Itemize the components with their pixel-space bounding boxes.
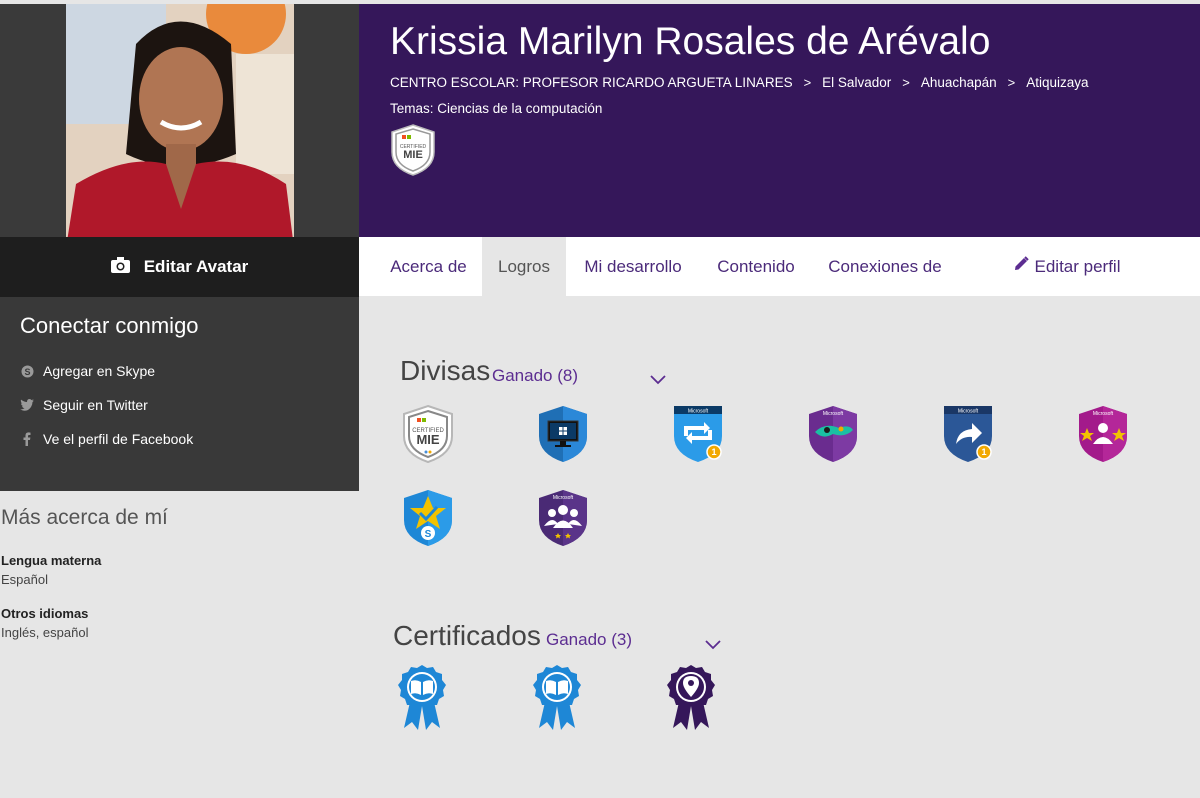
facebook-label: Ve el perfil de Facebook (43, 431, 194, 447)
edit-profile-label: Editar perfil (1034, 256, 1121, 276)
location-certificate-ribbon-icon[interactable] (665, 664, 717, 730)
chevron-right-icon: > (1007, 75, 1016, 90)
facebook-icon (20, 432, 34, 446)
twitter-icon (20, 399, 34, 411)
tab-connections[interactable]: Conexiones de (820, 237, 950, 296)
avatar-container (0, 4, 359, 248)
svg-text:MIE: MIE (416, 432, 439, 447)
skype-label: Agregar en Skype (43, 363, 156, 379)
svg-text:MIE: MIE (403, 149, 423, 161)
pencil-icon (1013, 256, 1029, 277)
share-arrow-badge-icon[interactable]: Microsoft 1 (940, 404, 996, 464)
other-languages-value: Inglés, español (1, 625, 89, 640)
skype-link[interactable]: S Agregar en Skype (20, 363, 155, 379)
profile-name: Krissia Marilyn Rosales de Arévalo (390, 20, 991, 63)
svg-text:S: S (24, 367, 30, 377)
tab-about[interactable]: Acerca de (377, 237, 480, 296)
certified-mie-badge-icon[interactable]: CERTIFIED MIE (400, 404, 456, 464)
breadcrumb-city[interactable]: Atiquizaya (1026, 75, 1088, 90)
chevron-right-icon: > (803, 75, 812, 90)
breadcrumb-country[interactable]: El Salvador (822, 75, 891, 90)
facebook-link[interactable]: Ve el perfil de Facebook (20, 431, 193, 447)
edit-avatar-label: Editar Avatar (143, 257, 249, 276)
tab-development[interactable]: Mi desarrollo (571, 237, 695, 296)
svg-text:S: S (425, 529, 432, 540)
left-column: Editar Avatar Conectar conmigo S Agregar… (0, 4, 359, 798)
edit-profile-button[interactable]: Editar perfil (1004, 237, 1129, 296)
connect-panel: Conectar conmigo S Agregar en Skype Segu… (0, 297, 359, 491)
native-language-label: Lengua materna (1, 553, 102, 568)
certificates-expand-chevron-down-icon[interactable] (705, 637, 721, 655)
breadcrumb: CENTRO ESCOLAR: PROFESOR RICARDO ARGUETA… (390, 75, 1089, 90)
svg-text:Microsoft: Microsoft (1093, 411, 1114, 417)
breadcrumb-school[interactable]: CENTRO ESCOLAR: PROFESOR RICARDO ARGUETA… (390, 75, 793, 90)
camera-icon (110, 256, 130, 278)
native-language-value: Español (1, 572, 48, 587)
retweet-badge-icon[interactable]: Microsoft 1 (670, 404, 726, 464)
svg-text:Microsoft: Microsoft (688, 409, 709, 415)
education-collaboration-badge-icon[interactable]: Microsoft (805, 404, 861, 464)
badges-title: Divisas (400, 355, 491, 386)
svg-text:Microsoft: Microsoft (553, 495, 574, 501)
breadcrumb-region[interactable]: Ahuachapán (921, 75, 997, 90)
book-certificate-ribbon-icon[interactable] (531, 664, 583, 730)
other-languages-label: Otros idiomas (1, 606, 89, 621)
book-certificate-ribbon-icon[interactable] (396, 664, 448, 730)
people-group-badge-icon[interactable]: Microsoft (535, 488, 591, 548)
certificates-title: Certificados (393, 620, 541, 651)
svg-text:1: 1 (711, 447, 716, 457)
profile-header: Krissia Marilyn Rosales de Arévalo CENTR… (359, 4, 1200, 237)
twitter-label: Seguir en Twitter (43, 397, 148, 413)
skype-icon: S (20, 365, 34, 378)
avatar (66, 4, 294, 248)
more-about-title: Más acerca de mí (1, 506, 168, 529)
windows-monitor-badge-icon[interactable] (535, 404, 591, 464)
edit-avatar-button[interactable]: Editar Avatar (0, 237, 359, 297)
connect-title: Conectar conmigo (20, 313, 199, 338)
tab-achievements[interactable]: Logros (482, 237, 566, 296)
skype-star-badge-icon[interactable]: S (400, 488, 456, 548)
tab-content[interactable]: Contenido (705, 237, 807, 296)
badges-expand-chevron-down-icon[interactable] (650, 372, 666, 390)
badges-count: Ganado (8) (492, 366, 578, 385)
svg-text:1: 1 (981, 447, 986, 457)
certificates-count: Ganado (3) (546, 630, 632, 649)
stars-people-badge-icon[interactable]: Microsoft (1075, 404, 1131, 464)
svg-text:Microsoft: Microsoft (823, 411, 844, 417)
mie-certified-badge-icon: CERTIFIED MIE (390, 124, 436, 181)
svg-text:Microsoft: Microsoft (958, 409, 979, 415)
chevron-right-icon: > (902, 75, 910, 90)
tab-bar: Acerca de Logros Mi desarrollo Contenido… (359, 237, 1200, 296)
twitter-link[interactable]: Seguir en Twitter (20, 397, 148, 413)
topics: Temas: Ciencias de la computación (390, 101, 603, 116)
